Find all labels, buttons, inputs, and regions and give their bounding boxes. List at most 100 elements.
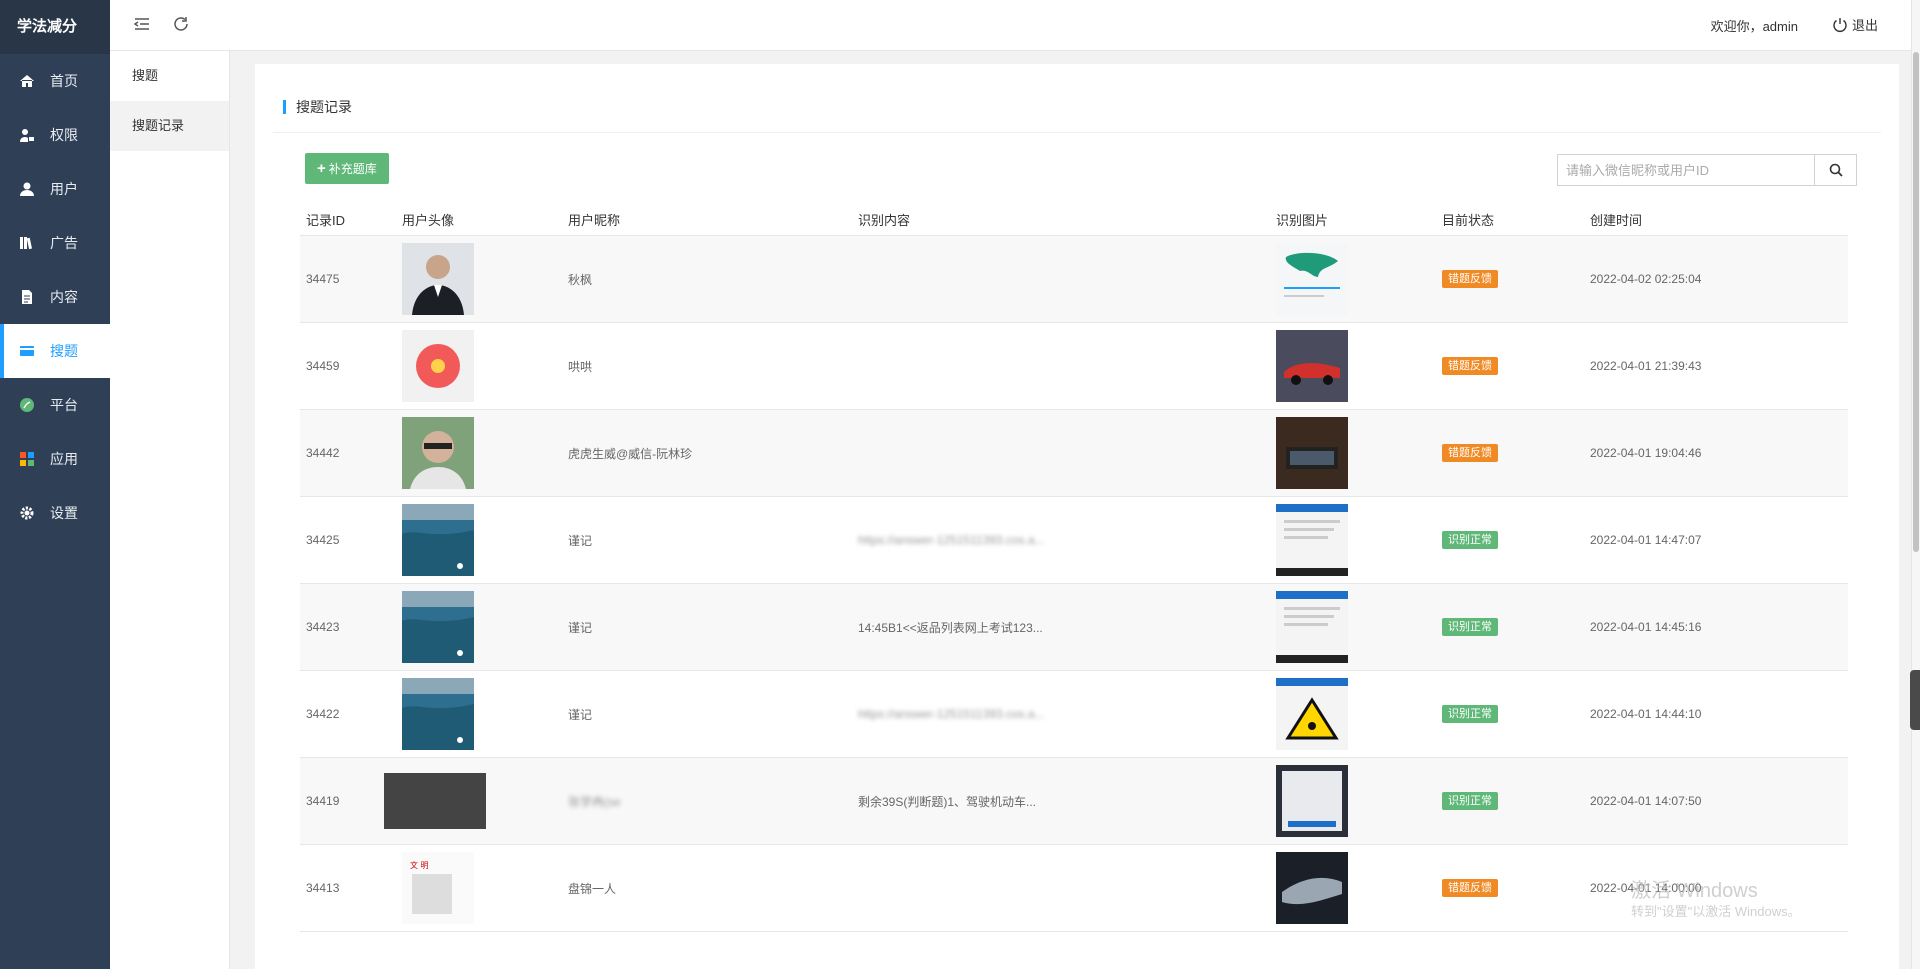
col-header-id: 记录ID [306,213,346,228]
sidebar-item-4[interactable]: 内容 [0,270,110,324]
cell-avatar: 文 明 [402,852,568,924]
recognized-image[interactable] [1276,765,1442,837]
cell-recognized-image [1276,678,1442,750]
sidebar-item-1[interactable]: 权限 [0,108,110,162]
search-button[interactable] [1814,155,1856,185]
col-header-time: 创建时间 [1590,213,1643,228]
col-header-content: 识别内容 [858,213,911,228]
records-card: 搜题记录 + 补充题库 记录ID 用户头像 用户昵称 识别内容 识别图片 目前状… [255,64,1899,969]
cell-recognized-image [1276,591,1442,663]
search-box [1557,154,1857,186]
cell-avatar [402,330,568,402]
sidebar-item-label: 广告 [50,235,78,251]
sidebar-item-0[interactable]: 首页 [0,54,110,108]
avatar[interactable] [402,243,568,315]
plus-icon: + [317,160,326,177]
records-table: 记录ID 用户头像 用户昵称 识别内容 识别图片 目前状态 创建时间 34475… [300,204,1848,932]
sidebar-item-5[interactable]: 搜题 [0,324,110,378]
cell-status: 识别正常 [1442,618,1590,636]
recognized-image[interactable] [1276,243,1442,315]
cell-recognized-image [1276,852,1442,924]
table-row[interactable]: 34475 秋枫 错题反馈 2022-04-02 02:25:04 [300,236,1848,323]
sub-sidebar: 搜题 搜题记录 [110,0,230,969]
sidebar-item-8[interactable]: 设置 [0,486,110,540]
logout-button[interactable]: 退出 [1832,15,1878,34]
cell-recognized-image [1276,243,1442,315]
status-badge: 错题反馈 [1442,270,1498,288]
table-row[interactable]: 34425 谨记 https://answer-1251511393.cos.a..… [300,497,1848,584]
refresh-icon[interactable] [172,15,192,35]
avatar[interactable]: 文 明 [402,852,568,924]
avatar[interactable] [402,417,568,489]
sidebar-item-3[interactable]: 广告 [0,216,110,270]
cell-status: 错题反馈 [1442,879,1590,897]
cell-created-time: 2022-04-01 14:47:07 [1590,533,1702,547]
cell-nickname: 盘锦一人 [568,881,617,896]
table-row[interactable]: 34442 虎虎生威@威信-阮林珍 错题反馈 2022-04-01 19:04:46 [300,410,1848,497]
power-icon [1833,17,1847,32]
avatar[interactable] [402,330,568,402]
cell-created-time: 2022-04-01 21:39:43 [1590,359,1702,373]
avatar[interactable] [402,504,568,576]
table-row[interactable]: 34419 张学冉(se 剩余39S(判断题)1、驾驶机动车... 识别正常 2022-… [300,758,1848,845]
sidebar-item-label: 设置 [50,505,78,521]
leaf-icon [18,396,36,414]
cell-avatar [402,678,568,750]
brand-logo: 学法减分 [0,0,110,54]
recognized-image[interactable] [1276,852,1442,924]
col-header-avatar: 用户头像 [402,213,455,228]
cell-created-time: 2022-04-01 14:07:50 [1590,794,1702,808]
apps-icon [18,450,36,468]
recognized-image[interactable] [1276,504,1442,576]
subnav-item-search-records[interactable]: 搜题记录 [110,101,229,151]
recognized-image[interactable] [1276,678,1442,750]
cell-recognized-image [1276,417,1442,489]
cell-status: 错题反馈 [1442,270,1590,288]
status-badge: 识别正常 [1442,531,1498,549]
table-row[interactable]: 34423 谨记 14:45B1<<返品列表网上考试123... 识别正常 2022-0… [300,584,1848,671]
recognized-image[interactable] [1276,417,1442,489]
cell-nickname: 虎虎生威@威信-阮林珍 [568,446,693,461]
title-divider [273,132,1881,133]
cell-recognized-image [1276,504,1442,576]
recognized-image[interactable] [1276,591,1442,663]
sidebar-item-label: 应用 [50,451,78,467]
subnav-item-search[interactable]: 搜题 [110,51,229,101]
sidebar-item-6[interactable]: 平台 [0,378,110,432]
add-question-bank-button[interactable]: + 补充题库 [305,153,389,184]
avatar[interactable] [402,678,568,750]
cell-avatar [402,504,568,576]
cell-created-time: 2022-04-02 02:25:04 [1590,272,1702,286]
scrollbar-thumb[interactable] [1913,52,1919,552]
status-badge: 错题反馈 [1442,879,1498,897]
sidebar-item-7[interactable]: 应用 [0,432,110,486]
table-row[interactable]: 34422 谨记 https://answer-1251511393.cos.a..… [300,671,1848,758]
cell-created-time: 2022-04-01 14:44:10 [1590,707,1702,721]
col-header-image: 识别图片 [1276,213,1329,228]
avatar[interactable] [402,591,568,663]
cell-nickname: 谨记 [568,533,593,548]
windows-watermark-sub: 转到"设置"以激活 Windows。 [1631,904,1801,919]
side-drag-handle[interactable] [1910,670,1920,730]
cell-status: 识别正常 [1442,705,1590,723]
recognized-image[interactable] [1276,330,1442,402]
sidebar-item-label: 首页 [50,73,78,89]
cell-created-time: 2022-04-01 14:45:16 [1590,620,1702,634]
sidebar-item-label: 权限 [50,127,78,143]
cell-record-id: 34423 [306,620,340,634]
sidebar-item-2[interactable]: 用户 [0,162,110,216]
cell-status: 识别正常 [1442,531,1590,549]
cell-nickname: 秋枫 [568,272,593,287]
table-row[interactable]: 34459 哄哄 错题反馈 2022-04-01 21:39:43 [300,323,1848,410]
collapse-menu-icon[interactable] [133,15,153,35]
search-input[interactable] [1558,155,1814,185]
add-question-bank-label: 补充题库 [328,162,377,176]
cell-record-id: 34413 [306,881,340,895]
page-scrollbar[interactable] [1911,0,1920,969]
gear-icon [18,504,36,522]
avatar[interactable] [384,773,568,829]
cell-avatar [384,773,568,829]
table-row[interactable]: 34413 文 明盘锦一人 错题反馈 2022-04-01 14:00:00 [300,845,1848,932]
top-header: 欢迎你，admin 退出 [110,0,1920,51]
windows-watermark: 激活 Windows [1631,880,1758,902]
